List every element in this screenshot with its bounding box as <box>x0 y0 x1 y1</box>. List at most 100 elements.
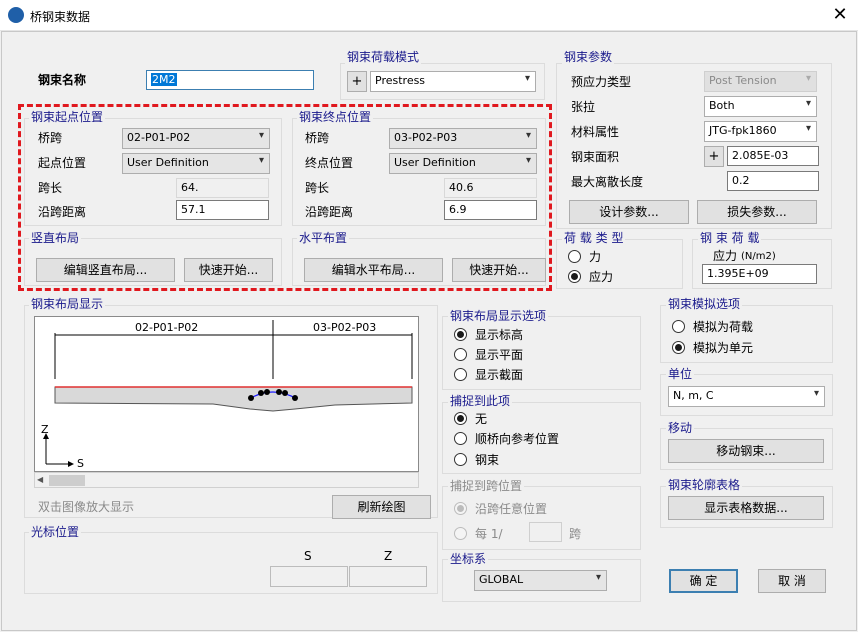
coord-sys-value: GLOBAL <box>479 573 524 586</box>
unit-label: 单位 <box>666 367 695 381</box>
loss-params-button[interactable]: 损失参数... <box>697 200 817 224</box>
snap-fraction-radio[interactable] <box>454 527 467 540</box>
show-plan-label: 显示平面 <box>475 348 524 362</box>
refresh-drawing-button[interactable]: 刷新绘图 <box>332 495 431 519</box>
axis-z-label: Z <box>41 423 49 436</box>
snap-anywhere-radio[interactable] <box>454 502 467 515</box>
layout-canvas[interactable]: 02-P01-P02 03-P02-P03 Z S <box>34 316 419 472</box>
snap-tendon-label: 钢束 <box>475 453 500 467</box>
show-plan-radio[interactable] <box>454 348 467 361</box>
highlight-box <box>18 104 552 291</box>
material-label: 材料属性 <box>571 125 620 139</box>
window-title: 桥钢束数据 <box>30 10 91 24</box>
sim-as-load-label: 模拟为荷载 <box>693 320 754 334</box>
area-add-button[interactable]: + <box>704 146 724 167</box>
show-elevation-radio[interactable] <box>454 328 467 341</box>
show-section-radio[interactable] <box>454 368 467 381</box>
display-options-group <box>442 316 641 390</box>
layout-drawing <box>43 320 413 467</box>
coord-sys-label: 坐标系 <box>448 552 489 566</box>
prestress-type-value: Post Tension <box>709 74 777 87</box>
zoom-hint: 双击图像放大显示 <box>38 500 135 514</box>
display-options-label: 钢束布局显示选项 <box>448 309 549 323</box>
area-input[interactable]: 2.085E-03 <box>727 146 819 166</box>
span1-label: 02-P01-P02 <box>135 321 199 334</box>
snap-none-radio[interactable] <box>454 412 467 425</box>
load-type-stress-label: 应力 <box>589 270 614 284</box>
chevron-down-icon: ▾ <box>805 73 811 84</box>
chevron-down-icon: ▾ <box>805 123 811 134</box>
ok-button[interactable]: 确 定 <box>669 569 738 593</box>
layout-scrollbar[interactable]: ◀ <box>34 472 419 488</box>
tendon-load-unit-label: 应力 <box>713 249 738 263</box>
tension-value: Both <box>709 99 735 112</box>
sim-as-load-radio[interactable] <box>672 320 685 333</box>
load-mode-value: Prestress <box>375 74 426 87</box>
close-icon[interactable]: ✕ <box>828 3 852 27</box>
snap-span-label: 捕捉到跨位置 <box>448 479 525 493</box>
tendon-load-input[interactable]: 1.395E+09 <box>702 264 817 284</box>
chevron-down-icon: ▾ <box>805 98 811 109</box>
coord-sys-select[interactable]: GLOBAL ▾ <box>474 570 607 591</box>
discretization-value: 0.2 <box>732 174 750 187</box>
tension-label: 张拉 <box>571 100 596 114</box>
layout-display-label: 钢束布局显示 <box>29 297 106 311</box>
snap-fraction-input[interactable] <box>529 522 562 542</box>
cancel-button[interactable]: 取 消 <box>758 569 826 593</box>
chevron-down-icon: ▾ <box>813 388 819 399</box>
snap-here-label: 捕捉到此项 <box>448 394 513 408</box>
cursor-s-field <box>270 566 348 587</box>
snap-fraction-suffix: 跨 <box>569 527 582 541</box>
title-bar <box>0 0 858 31</box>
cursor-position-label: 光标位置 <box>29 525 82 539</box>
axis-s-label: S <box>77 457 84 470</box>
tendon-load-label: 钢 束 荷 载 <box>698 231 762 245</box>
cursor-z-label: Z <box>384 549 393 563</box>
tendon-load-value: 1.395E+09 <box>707 267 769 280</box>
load-type-label: 荷 载 类 型 <box>562 231 626 245</box>
design-params-button[interactable]: 设计参数... <box>569 200 689 224</box>
area-value: 2.085E-03 <box>732 149 789 162</box>
sim-options-label: 钢束模拟选项 <box>666 297 743 311</box>
load-mode-select[interactable]: Prestress ▾ <box>370 71 536 92</box>
tendon-name-value: 2M2 <box>151 73 177 86</box>
snap-none-label: 无 <box>475 412 488 426</box>
cursor-z-field <box>349 566 427 587</box>
snap-fraction-prefix: 每 1/ <box>475 527 503 541</box>
sim-as-element-label: 模拟为单元 <box>693 341 754 355</box>
unit-value: N, m, C <box>673 389 714 402</box>
snap-reference-radio[interactable] <box>454 432 467 445</box>
tendon-load-unit: (N/m2) <box>741 251 776 262</box>
span2-label: 03-P02-P03 <box>313 321 377 334</box>
tendon-name-input[interactable]: 2M2 <box>146 70 314 90</box>
prestress-type-select: Post Tension ▾ <box>704 71 817 92</box>
material-value: JTG-fpk1860 <box>709 124 777 137</box>
snap-tendon-radio[interactable] <box>454 453 467 466</box>
chevron-down-icon: ▾ <box>524 73 530 84</box>
chevron-down-icon: ▾ <box>595 572 601 583</box>
show-elevation-label: 显示标高 <box>475 328 524 342</box>
unit-select[interactable]: N, m, C ▾ <box>668 386 825 407</box>
profile-table-label: 钢束轮廓表格 <box>666 478 743 492</box>
tendon-params-label: 钢束参数 <box>562 50 615 64</box>
show-section-label: 显示截面 <box>475 368 524 382</box>
move-label: 移动 <box>666 421 695 435</box>
discretization-label: 最大离散长度 <box>571 175 644 189</box>
load-mode-add-button[interactable]: + <box>347 71 367 92</box>
prestress-type-label: 预应力类型 <box>571 75 632 89</box>
scroll-left-icon[interactable]: ◀ <box>37 475 47 485</box>
snap-anywhere-label: 沿跨任意位置 <box>475 502 548 516</box>
tension-select[interactable]: Both ▾ <box>704 96 817 117</box>
show-table-button[interactable]: 显示表格数据... <box>668 496 824 520</box>
load-type-force-radio[interactable] <box>568 250 581 263</box>
move-tendon-button[interactable]: 移动钢束... <box>668 439 824 463</box>
app-icon <box>8 7 24 23</box>
area-label: 钢束面积 <box>571 150 620 164</box>
material-select[interactable]: JTG-fpk1860 ▾ <box>704 121 817 142</box>
discretization-input[interactable]: 0.2 <box>727 171 819 191</box>
cursor-s-label: S <box>304 549 312 563</box>
snap-reference-label: 顺桥向参考位置 <box>475 432 560 446</box>
sim-as-element-radio[interactable] <box>672 341 685 354</box>
load-type-stress-radio[interactable] <box>568 270 581 283</box>
scroll-thumb[interactable] <box>49 475 85 486</box>
